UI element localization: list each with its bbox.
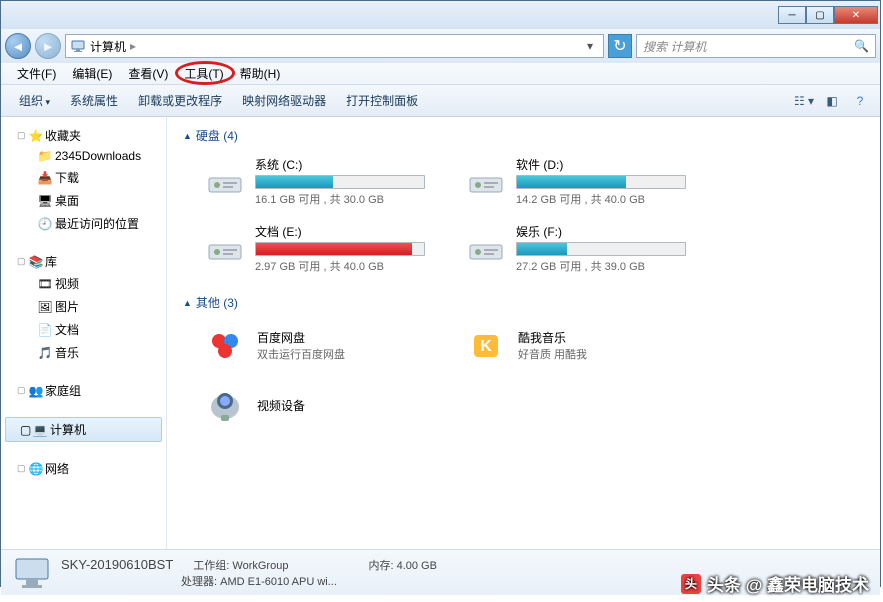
drive-bar <box>255 242 425 256</box>
star-icon: ⭐ <box>27 129 45 143</box>
preview-pane-button[interactable]: ◧ <box>820 90 844 112</box>
sidebar-computer[interactable]: ▢💻 计算机 <box>5 417 162 442</box>
drive-name: 文档 (E:) <box>255 223 440 240</box>
homegroup-icon: 👥 <box>27 384 45 398</box>
video-icon: 🎞 <box>35 277 55 291</box>
document-icon: 📄 <box>35 323 55 337</box>
search-box[interactable]: 搜索 计算机 🔍 <box>636 34 876 58</box>
drive-stat: 16.1 GB 可用 , 共 30.0 GB <box>255 191 440 207</box>
menu-help[interactable]: 帮助(H) <box>232 63 289 84</box>
app-icon: K <box>464 323 508 367</box>
other-item[interactable]: 百度网盘双击运行百度网盘 <box>199 319 444 371</box>
menu-edit[interactable]: 编辑(E) <box>64 63 120 84</box>
drive-stat: 2.97 GB 可用 , 共 40.0 GB <box>255 258 440 274</box>
drive-item[interactable]: 文档 (E:) 2.97 GB 可用 , 共 40.0 GB <box>199 219 444 278</box>
drive-name: 软件 (D:) <box>516 156 701 173</box>
toolbar: 组织 系统属性 卸载或更改程序 映射网络驱动器 打开控制面板 ☷ ▾ ◧ ? <box>1 85 880 117</box>
nav-bar: ◄ ► 计算机 ▸ ▾ ↻ 搜索 计算机 🔍 <box>1 29 880 63</box>
body: ▢⭐ 收藏夹 📁2345Downloads 📥下载 🖥桌面 🕘最近访问的位置 ▢… <box>1 117 880 549</box>
recent-icon: 🕘 <box>35 217 55 231</box>
other-sub: 双击运行百度网盘 <box>257 346 345 362</box>
content-area: ▲硬盘 (4) 系统 (C:) 16.1 GB 可用 , 共 30.0 GB 软件 … <box>167 117 880 549</box>
address-dropdown[interactable]: ▾ <box>581 39 599 53</box>
drive-item[interactable]: 软件 (D:) 14.2 GB 可用 , 共 40.0 GB <box>460 152 705 211</box>
sidebar-favorites[interactable]: ▢⭐ 收藏夹 <box>1 125 166 146</box>
drive-icon <box>464 160 508 204</box>
status-name: SKY-20190610BST <box>61 557 173 573</box>
watermark: 头 头条 @ 鑫荣电脑技术 <box>681 571 869 596</box>
other-name: 酷我音乐 <box>518 329 587 346</box>
minimize-button[interactable]: ─ <box>778 6 806 24</box>
tb-mapdrive[interactable]: 映射网络驱动器 <box>232 88 336 113</box>
drive-icon <box>464 227 508 271</box>
drive-stat: 14.2 GB 可用 , 共 40.0 GB <box>516 191 701 207</box>
tb-uninstall[interactable]: 卸载或更改程序 <box>128 88 232 113</box>
download-icon: 📥 <box>35 171 55 185</box>
sidebar-item[interactable]: 🖥桌面 <box>1 189 166 212</box>
help-button[interactable]: ? <box>848 90 872 112</box>
drive-item[interactable]: 系统 (C:) 16.1 GB 可用 , 共 30.0 GB <box>199 152 444 211</box>
other-name: 百度网盘 <box>257 329 345 346</box>
address-bar[interactable]: 计算机 ▸ ▾ <box>65 34 604 58</box>
computer-large-icon <box>11 554 53 592</box>
sidebar-item[interactable]: 🎞视频 <box>1 272 166 295</box>
svg-text:K: K <box>480 338 492 355</box>
sidebar-item[interactable]: 🕘最近访问的位置 <box>1 212 166 235</box>
other-name: 视频设备 <box>257 397 305 414</box>
watermark-logo: 头 <box>681 574 701 594</box>
others-header[interactable]: ▲其他 (3) <box>183 294 864 311</box>
titlebar: ─ ▢ ✕ <box>1 1 880 29</box>
sidebar-item[interactable]: 📄文档 <box>1 318 166 341</box>
address-text: 计算机 <box>90 38 126 55</box>
forward-button[interactable]: ► <box>35 33 61 59</box>
menu-view[interactable]: 查看(V) <box>120 63 176 84</box>
sidebar-homegroup[interactable]: ▢👥 家庭组 <box>1 380 166 401</box>
menu-tools[interactable]: 工具(T) <box>176 63 231 84</box>
drive-name: 系统 (C:) <box>255 156 440 173</box>
explorer-window: ─ ▢ ✕ ◄ ► 计算机 ▸ ▾ ↻ 搜索 计算机 🔍 文件(F) 编辑(E)… <box>0 0 881 587</box>
picture-icon: 🖼 <box>35 300 55 314</box>
sidebar-item[interactable]: 🎵音乐 <box>1 341 166 364</box>
other-item[interactable]: 视频设备 <box>199 379 444 431</box>
tb-controlpanel[interactable]: 打开控制面板 <box>336 88 428 113</box>
maximize-button[interactable]: ▢ <box>806 6 834 24</box>
menu-file[interactable]: 文件(F) <box>9 63 64 84</box>
sidebar-item[interactable]: 📥下载 <box>1 166 166 189</box>
menubar: 文件(F) 编辑(E) 查看(V) 工具(T) 帮助(H) <box>1 63 880 85</box>
library-icon: 📚 <box>27 255 45 269</box>
drive-name: 娱乐 (F:) <box>516 223 701 240</box>
other-item[interactable]: K 酷我音乐好音质 用酷我 <box>460 319 705 371</box>
music-icon: 🎵 <box>35 346 55 360</box>
other-sub: 好音质 用酷我 <box>518 346 587 362</box>
app-icon <box>203 323 247 367</box>
refresh-button[interactable]: ↻ <box>608 34 632 58</box>
drive-bar <box>516 242 686 256</box>
drive-bar <box>516 175 686 189</box>
drive-stat: 27.2 GB 可用 , 共 39.0 GB <box>516 258 701 274</box>
organize-button[interactable]: 组织 <box>9 88 60 113</box>
app-icon <box>203 383 247 427</box>
view-mode-button[interactable]: ☷ ▾ <box>792 90 816 112</box>
network-icon: 🌐 <box>27 462 45 476</box>
sidebar-network[interactable]: ▢🌐 网络 <box>1 458 166 479</box>
drive-item[interactable]: 娱乐 (F:) 27.2 GB 可用 , 共 39.0 GB <box>460 219 705 278</box>
sidebar: ▢⭐ 收藏夹 📁2345Downloads 📥下载 🖥桌面 🕘最近访问的位置 ▢… <box>1 117 167 549</box>
tb-sysprops[interactable]: 系统属性 <box>60 88 128 113</box>
back-button[interactable]: ◄ <box>5 33 31 59</box>
sidebar-item[interactable]: 📁2345Downloads <box>1 146 166 166</box>
drive-icon <box>203 227 247 271</box>
folder-icon: 📁 <box>35 149 55 163</box>
computer-icon <box>70 38 86 54</box>
drive-bar <box>255 175 425 189</box>
drives-header[interactable]: ▲硬盘 (4) <box>183 127 864 144</box>
search-placeholder: 搜索 计算机 <box>643 38 706 55</box>
sidebar-library[interactable]: ▢📚 库 <box>1 251 166 272</box>
computer-icon: 💻 <box>30 423 50 437</box>
sidebar-item[interactable]: 🖼图片 <box>1 295 166 318</box>
desktop-icon: 🖥 <box>35 194 55 208</box>
close-button[interactable]: ✕ <box>834 6 878 24</box>
breadcrumb-arrow: ▸ <box>130 39 136 53</box>
search-icon: 🔍 <box>854 39 869 53</box>
drive-icon <box>203 160 247 204</box>
